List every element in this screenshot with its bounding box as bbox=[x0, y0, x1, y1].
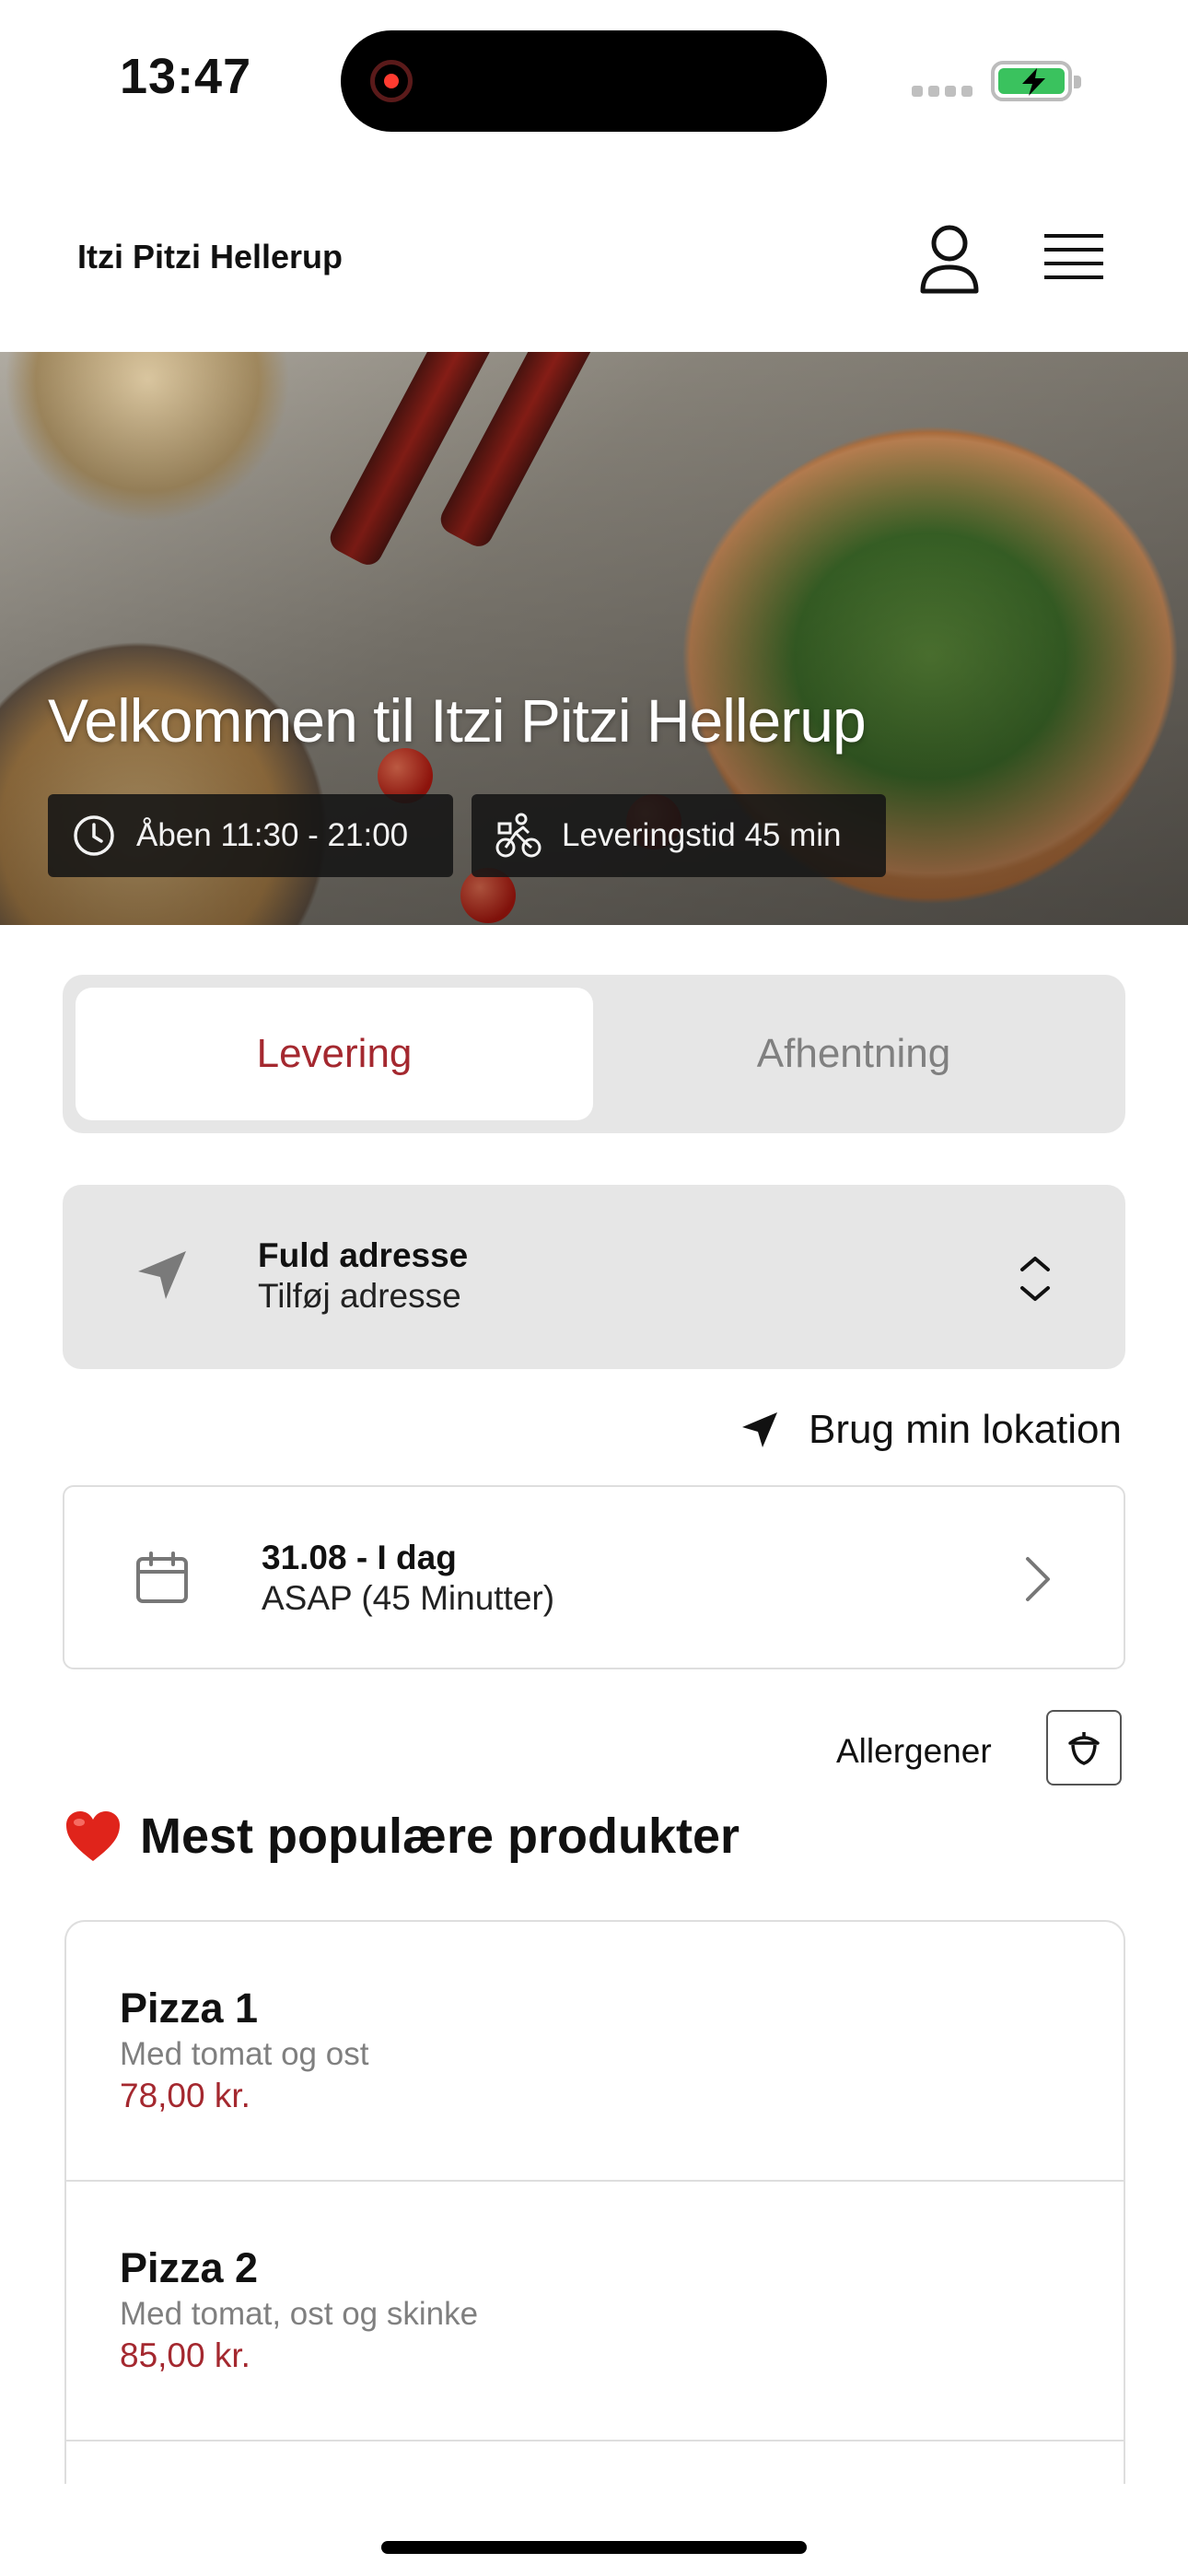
opening-hours-badge: Åben 11:30 - 21:00 bbox=[48, 794, 453, 877]
address-selector[interactable]: Fuld adresse Tilføj adresse bbox=[63, 1185, 1125, 1369]
location-arrow-icon bbox=[138, 1251, 186, 1299]
delivery-time-text: Leveringstid 45 min bbox=[562, 817, 842, 853]
tab-delivery[interactable]: Levering bbox=[76, 988, 593, 1120]
product-list: Pizza 1 Med tomat og ost 78,00 kr. Pizza… bbox=[64, 1920, 1125, 2484]
allergens-button[interactable] bbox=[1046, 1710, 1122, 1786]
order-mode-toggle: Levering Afhentning bbox=[63, 975, 1125, 1133]
allergens-label: Allergener bbox=[836, 1732, 992, 1770]
product-price: 85,00 kr. bbox=[120, 2336, 250, 2374]
delivery-date-selector[interactable]: 31.08 - I dag ASAP (45 Minutter) bbox=[63, 1485, 1125, 1669]
dynamic-island bbox=[341, 30, 827, 132]
chevron-right-icon bbox=[1026, 1557, 1050, 1601]
hero-title: Velkommen til Itzi Pitzi Hellerup bbox=[48, 686, 867, 755]
bicycle-courier-icon bbox=[495, 813, 542, 858]
product-name: Pizza 2 bbox=[120, 2244, 259, 2291]
product-name: Pizza 1 bbox=[120, 1985, 259, 2032]
product-card[interactable]: Pizza 2 Med tomat, ost og skinke 85,00 k… bbox=[66, 2182, 1124, 2441]
address-label: Fuld adresse bbox=[258, 1236, 469, 1274]
calendar-icon bbox=[136, 1551, 188, 1603]
opening-hours-text: Åben 11:30 - 21:00 bbox=[136, 817, 409, 853]
use-my-location-label: Brug min lokation bbox=[809, 1407, 1122, 1452]
recording-indicator-icon bbox=[370, 60, 413, 102]
delivery-time-badge: Leveringstid 45 min bbox=[472, 794, 886, 877]
user-icon[interactable] bbox=[917, 223, 982, 297]
hero-banner: Velkommen til Itzi Pitzi Hellerup Åben 1… bbox=[0, 352, 1188, 925]
status-bar: 13:47 bbox=[0, 0, 1188, 157]
navigation-arrow-icon bbox=[742, 1412, 778, 1447]
hamburger-menu-icon[interactable] bbox=[1044, 230, 1103, 286]
popular-products-title: Mest populære produkter bbox=[140, 1809, 740, 1864]
clock-icon bbox=[74, 815, 114, 856]
status-time: 13:47 bbox=[120, 49, 252, 104]
product-price: 78,00 kr. bbox=[120, 2077, 250, 2114]
home-indicator[interactable] bbox=[381, 2541, 807, 2554]
product-description: Med tomat og ost bbox=[120, 2036, 369, 2072]
app-header: Itzi Pitzi Hellerup bbox=[0, 175, 1188, 350]
use-my-location-button[interactable]: Brug min lokation bbox=[739, 1402, 1122, 1458]
chevron-up-down-icon bbox=[1020, 1257, 1050, 1301]
popular-products-heading: Mest populære produkter bbox=[64, 1808, 740, 1865]
heart-icon bbox=[66, 1811, 120, 1861]
battery-charging-icon bbox=[991, 61, 1081, 101]
acorn-icon bbox=[1068, 1732, 1100, 1765]
product-card[interactable]: Pizza 1 Med tomat og ost 78,00 kr. bbox=[66, 1922, 1124, 2182]
tab-pickup[interactable]: Afhentning bbox=[595, 988, 1112, 1120]
signal-icon bbox=[912, 85, 978, 101]
address-value: Tilføj adresse bbox=[258, 1277, 461, 1315]
product-description: Med tomat, ost og skinke bbox=[120, 2296, 479, 2332]
store-name: Itzi Pitzi Hellerup bbox=[77, 238, 344, 275]
date-value: ASAP (45 Minutter) bbox=[262, 1579, 555, 1617]
date-label: 31.08 - I dag bbox=[262, 1539, 457, 1576]
